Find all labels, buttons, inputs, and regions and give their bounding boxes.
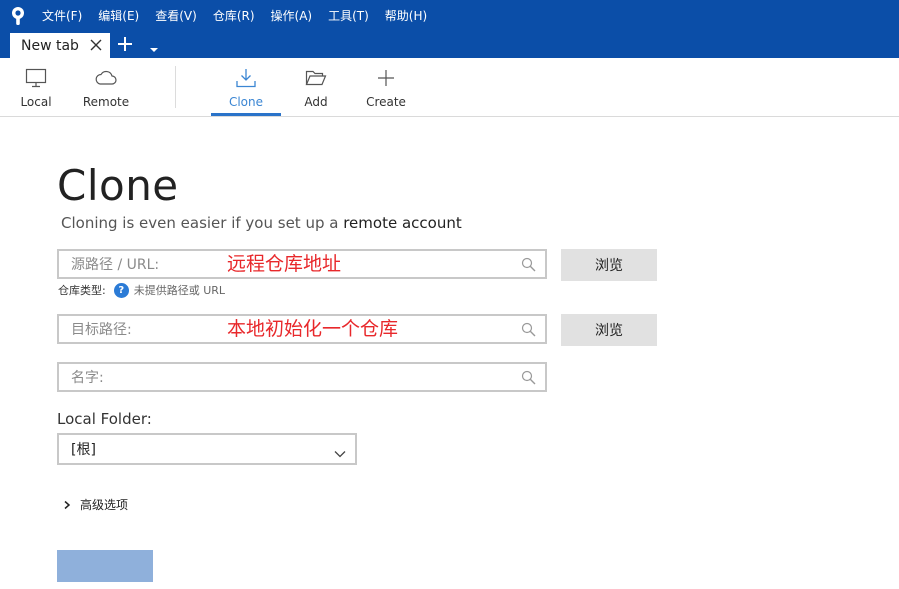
advanced-options-toggle[interactable]: 高级选项 [62, 495, 128, 513]
tab-new-tab[interactable]: New tab [10, 33, 110, 58]
menu-view[interactable]: 查看(V) [147, 0, 205, 32]
name-placeholder: 名字: [71, 370, 104, 386]
repo-type-label: 仓库类型: [58, 284, 106, 297]
local-folder-select[interactable]: [根] [57, 433, 357, 465]
subtitle: Cloning is even easier if you set up a r… [61, 213, 462, 233]
advanced-options-label: 高级选项 [80, 497, 129, 512]
source-url-placeholder: 源路径 / URL: [71, 257, 160, 273]
toolbar-local-button[interactable]: Local [16, 58, 56, 116]
source-url-input[interactable]: 源路径 / URL: 远程仓库地址 [57, 249, 547, 279]
add-tab-icon[interactable] [117, 36, 133, 52]
menu-edit[interactable]: 编辑(E) [90, 0, 147, 32]
toolbar: Local Remote Clone Add Create [0, 58, 899, 117]
close-icon[interactable] [88, 37, 104, 53]
monitor-icon [24, 67, 48, 89]
tab-strip: New tab [0, 32, 899, 58]
search-icon [521, 322, 536, 337]
name-input[interactable]: 名字: [57, 362, 547, 392]
toolbar-add-label: Add [304, 95, 328, 109]
repo-type-row: 仓库类型: ? 未提供路径或 URL [58, 281, 225, 299]
menu-tools[interactable]: 工具(T) [320, 0, 377, 32]
toolbar-local-label: Local [20, 95, 52, 109]
local-folder-value: [根] [71, 442, 96, 458]
menu-help[interactable]: 帮助(H) [377, 0, 435, 32]
target-path-input[interactable]: 目标路径: 本地初始化一个仓库 [57, 314, 547, 344]
clone-submit-button[interactable] [57, 550, 153, 582]
browse-target-button[interactable]: 浏览 [561, 314, 657, 346]
repo-type-value: 未提供路径或 URL [133, 284, 226, 297]
remote-account-link[interactable]: remote account [343, 214, 462, 232]
source-annotation: 远程仓库地址 [227, 253, 342, 275]
menu-actions[interactable]: 操作(A) [263, 0, 321, 32]
search-icon [521, 370, 536, 385]
target-annotation: 本地初始化一个仓库 [227, 318, 399, 340]
search-icon [521, 257, 536, 272]
page-title: Clone [57, 161, 179, 210]
toolbar-add-button[interactable]: Add [295, 58, 337, 116]
browse-source-button[interactable]: 浏览 [561, 249, 657, 281]
cloud-icon [94, 67, 118, 89]
subtitle-text: Cloning is even easier if you set up a [61, 214, 344, 232]
toolbar-create-button[interactable]: Create [362, 58, 410, 116]
folder-open-icon [304, 67, 328, 89]
help-icon: ? [113, 282, 129, 298]
toolbar-clone-button[interactable]: Clone [211, 58, 281, 116]
target-path-placeholder: 目标路径: [71, 322, 132, 338]
toolbar-separator [175, 66, 176, 108]
sourcetree-logo-icon [0, 0, 36, 32]
menu-repository[interactable]: 仓库(R) [205, 0, 263, 32]
toolbar-remote-button[interactable]: Remote [80, 58, 132, 116]
plus-icon [374, 67, 398, 89]
chevron-right-icon [62, 499, 72, 510]
tab-label: New tab [21, 37, 79, 54]
menu-file[interactable]: 文件(F) [36, 0, 90, 32]
toolbar-clone-label: Clone [228, 95, 264, 109]
menu-bar: 文件(F) 编辑(E) 查看(V) 仓库(R) 操作(A) 工具(T) 帮助(H… [0, 0, 899, 32]
toolbar-remote-label: Remote [82, 95, 130, 109]
active-tool-indicator [211, 113, 281, 116]
download-icon [234, 67, 258, 89]
chevron-down-icon [333, 444, 347, 458]
local-folder-label: Local Folder: [57, 410, 152, 428]
toolbar-create-label: Create [366, 95, 406, 109]
chevron-down-icon[interactable] [148, 40, 160, 52]
